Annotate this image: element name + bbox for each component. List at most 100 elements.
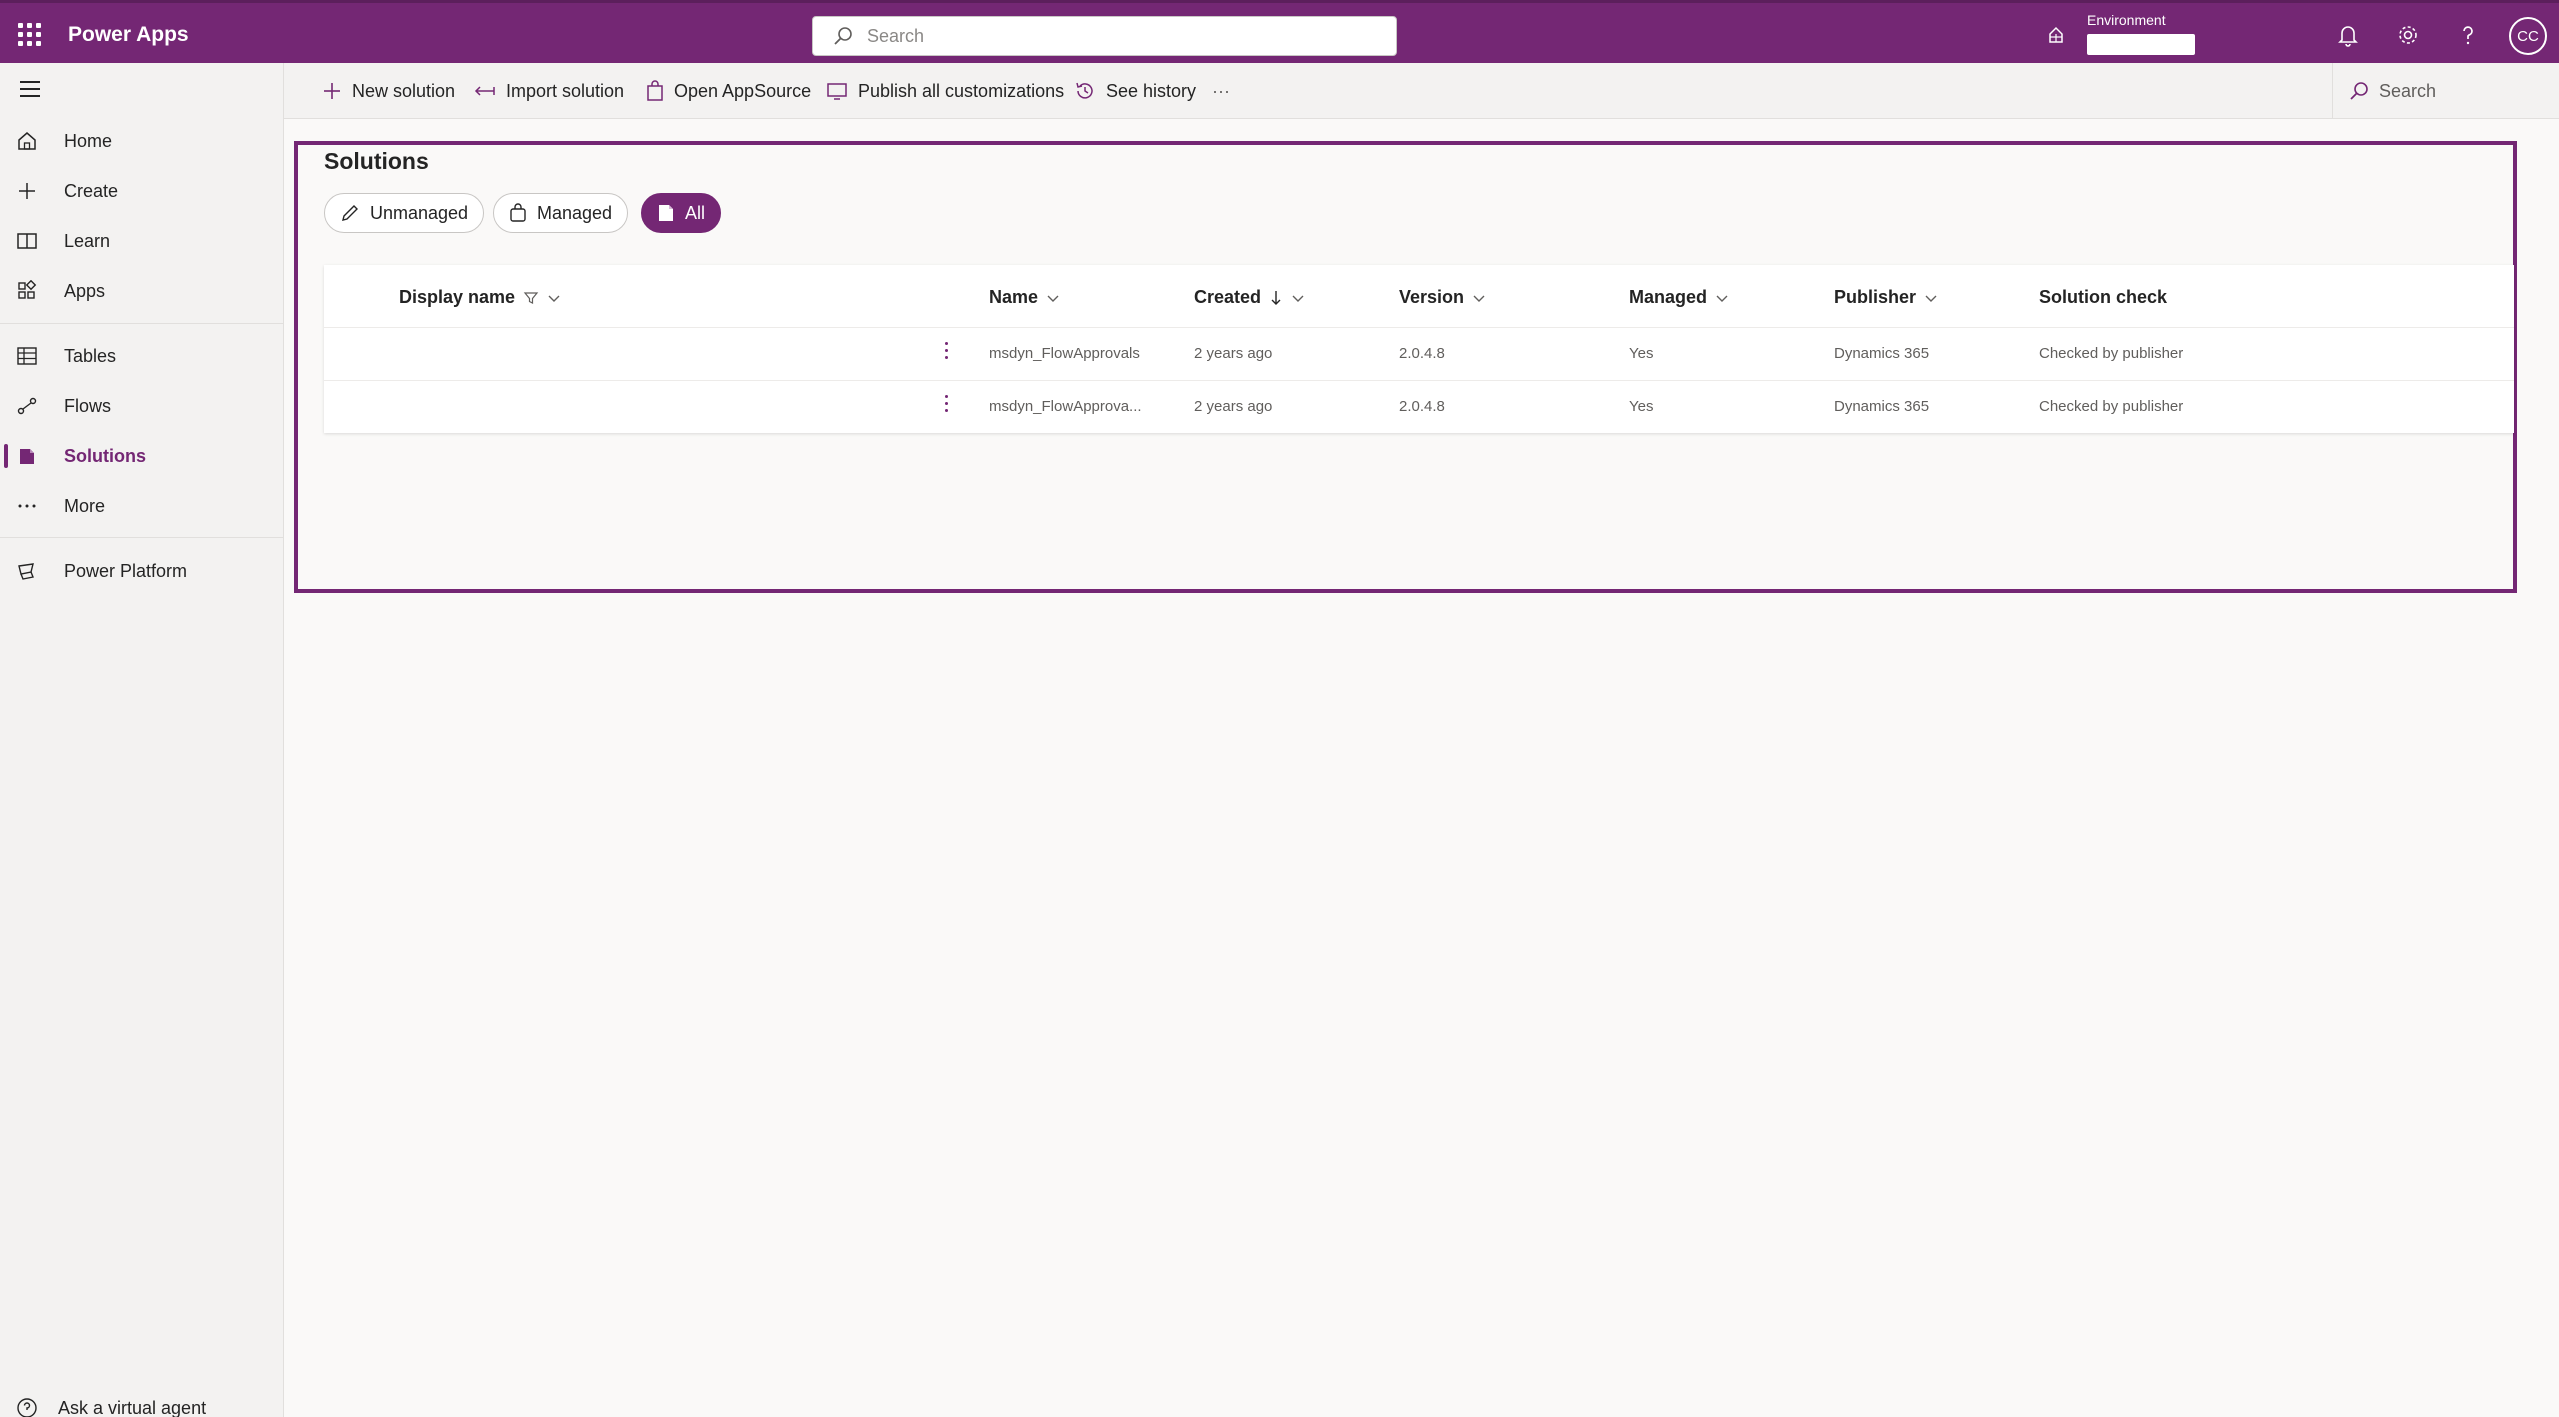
sidebar-item-label: Solutions [64,445,146,466]
column-header-label: Name [989,287,1039,307]
filter-all-button[interactable]: All [641,193,722,233]
notifications-bell-icon[interactable] [2336,23,2360,47]
sidebar-item-learn[interactable]: Learn [0,217,284,265]
solutions-search-box[interactable] [2332,63,2559,119]
cell-name: msdyn_FlowApprova... [989,398,1142,415]
sidebar-item-more[interactable]: More [0,482,284,530]
table-row[interactable]: msdyn_FlowApprovals 2 years ago 2.0.4.8 … [324,327,2514,380]
pencil-icon [342,205,358,221]
column-header-solution-check[interactable]: Solution check [2039,287,2167,308]
publish-all-customizations-button[interactable]: Publish all customizations [826,77,1064,105]
sidebar-item-label: Apps [64,280,106,301]
help-icon[interactable] [2456,23,2480,47]
plus-icon [19,183,35,199]
command-bar: New solution Import solution Open AppSou… [284,63,2559,119]
column-header-display-name[interactable]: Display name [399,287,561,308]
home-icon [18,132,36,150]
chevron-down-icon [1292,295,1304,302]
see-history-label: See history [1106,80,1197,101]
filter-all-label: All [685,202,706,223]
app-title[interactable]: Power Apps [68,23,189,47]
more-icon [18,504,36,508]
settings-gear-icon[interactable] [2396,23,2420,47]
left-navigation: Home Create Learn Apps Tables Flows Solu… [0,63,284,1417]
more-commands-button[interactable]: ··· [1212,77,1230,105]
filter-managed-button[interactable]: Managed [493,193,629,233]
cell-name: msdyn_FlowApprovals [989,345,1140,362]
cell-created: 2 years ago [1194,398,1273,415]
search-icon [2350,82,2368,100]
environment-label[interactable]: Environment [2087,12,2166,28]
publish-icon [827,83,847,100]
solutions-icon [659,205,673,221]
column-header-name[interactable]: Name [989,287,1060,308]
solutions-table: Display name Name Created Version Manage… [324,265,2514,433]
column-header-label: Managed [1629,287,1708,307]
sidebar-item-label: Tables [64,345,117,366]
help-circle-icon [17,1398,37,1417]
sidebar-item-label: Create [64,180,119,201]
nav-divider [0,323,284,324]
new-solution-button[interactable]: New solution [322,77,455,105]
ask-virtual-agent-link[interactable]: Ask a virtual agent [16,1397,206,1417]
table-row[interactable]: msdyn_FlowApprova... 2 years ago 2.0.4.8… [324,380,2514,433]
top-bar: Power Apps Environment CC [0,0,2559,63]
collapse-nav-hamburger-icon[interactable] [20,81,40,99]
sidebar-item-tables[interactable]: Tables [0,332,284,380]
power-platform-icon [18,563,34,580]
column-header-label: Display name [399,287,516,307]
cell-created: 2 years ago [1194,345,1273,362]
column-header-created[interactable]: Created [1194,287,1305,308]
sort-descending-arrow-icon [1271,290,1281,305]
chevron-down-icon [1925,295,1937,302]
filter-managed-label: Managed [537,202,613,223]
column-header-publisher[interactable]: Publisher [1834,287,1938,308]
global-search-input[interactable] [867,25,1367,47]
cell-publisher: Dynamics 365 [1834,398,1930,415]
app-launcher-icon[interactable] [16,21,41,46]
column-header-label: Publisher [1834,287,1917,307]
column-header-label: Created [1194,287,1262,307]
bag-icon [510,203,526,222]
import-solution-label: Import solution [506,80,625,101]
cell-managed: Yes [1629,398,1654,415]
environment-icon[interactable] [2046,25,2066,45]
sidebar-item-solutions[interactable]: Solutions [0,432,284,480]
row-more-options-icon[interactable] [940,342,952,366]
sidebar-item-flows[interactable]: Flows [0,382,284,430]
plus-icon [324,83,340,99]
filter-unmanaged-button[interactable]: Unmanaged [324,193,485,233]
cell-solution-check: Checked by publisher [2039,345,2184,362]
cell-solution-check: Checked by publisher [2039,398,2184,415]
sidebar-item-create[interactable]: Create [0,167,284,215]
chevron-down-icon [1716,295,1728,302]
table-icon [17,347,37,365]
import-arrow-icon [474,86,495,96]
nav-divider [0,537,284,538]
cell-managed: Yes [1629,345,1654,362]
environment-value[interactable] [2087,34,2195,55]
sidebar-item-label: Learn [64,230,111,251]
column-header-version[interactable]: Version [1399,287,1486,308]
solutions-search-input[interactable] [2379,80,2539,102]
cell-version: 2.0.4.8 [1399,345,1445,362]
sidebar-item-power-platform[interactable]: Power Platform [0,547,284,595]
user-avatar[interactable]: CC [2509,17,2547,55]
column-header-label: Version [1399,287,1465,307]
chevron-down-icon [548,295,560,302]
apps-icon [18,280,37,299]
sidebar-item-apps[interactable]: Apps [0,267,284,315]
sidebar-item-label: More [64,495,106,516]
import-solution-button[interactable]: Import solution [474,77,624,105]
book-icon [17,233,37,249]
shopping-bag-icon [647,80,663,101]
new-solution-label: New solution [352,80,456,101]
column-header-managed[interactable]: Managed [1629,287,1729,308]
see-history-button[interactable]: See history [1074,77,1196,105]
open-appsource-button[interactable]: Open AppSource [646,77,811,105]
chevron-down-icon [1047,295,1059,302]
row-more-options-icon[interactable] [940,395,952,419]
sidebar-item-home[interactable]: Home [0,117,284,165]
open-appsource-label: Open AppSource [674,80,812,101]
global-search-box[interactable] [812,16,1397,56]
